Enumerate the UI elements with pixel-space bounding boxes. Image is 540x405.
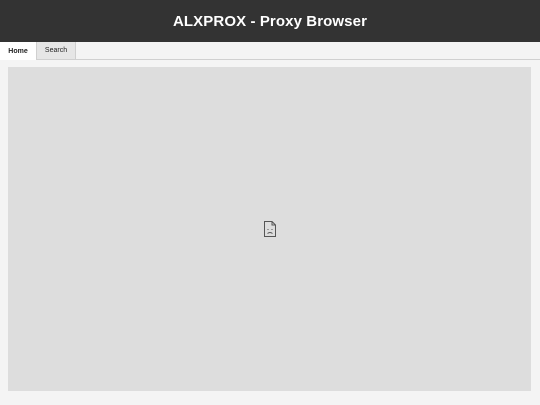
broken-page-icon (263, 221, 276, 237)
tab-search[interactable]: Search (37, 42, 76, 59)
tab-search-label: Search (44, 47, 68, 54)
title-bar: ALXPROX - Proxy Browser (0, 0, 540, 42)
app-title: ALXPROX - Proxy Browser (172, 12, 368, 30)
tab-bar: Home Search (0, 42, 540, 60)
tab-home[interactable]: Home (0, 42, 37, 60)
content-frame[interactable] (8, 67, 531, 391)
tab-home-label: Home (8, 47, 28, 55)
